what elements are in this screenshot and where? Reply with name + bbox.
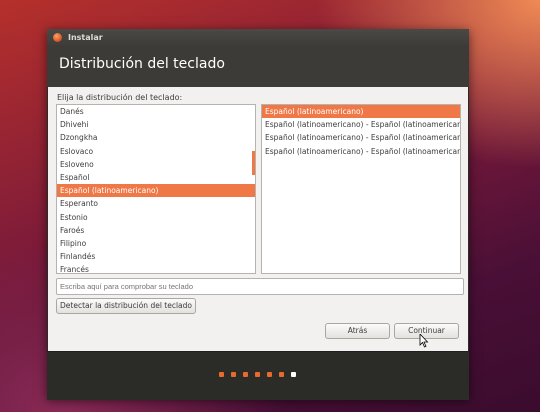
progress-step-dot	[255, 372, 260, 377]
progress-footer	[47, 351, 469, 400]
layout-list-item[interactable]: Esloveno	[57, 158, 255, 171]
variant-list-item[interactable]: Español (latinoamericano) - Español (lat…	[262, 118, 460, 131]
layout-list-item[interactable]: Dhivehi	[57, 118, 255, 131]
progress-step-dot	[243, 372, 248, 377]
layout-list-item[interactable]: Eslovaco	[57, 145, 255, 158]
layout-list-item[interactable]: Filipino	[57, 237, 255, 250]
layout-list-item[interactable]: Dzongkha	[57, 131, 255, 144]
progress-step-dot	[267, 372, 272, 377]
close-button[interactable]	[53, 33, 62, 42]
variant-list[interactable]: Español (latinoamericano) Español (latino…	[261, 104, 461, 274]
progress-step-dot	[291, 372, 296, 377]
back-button[interactable]: Atrás	[325, 323, 390, 339]
layout-list-item[interactable]: Español	[57, 171, 255, 184]
layout-list-scrollbar[interactable]	[252, 151, 255, 175]
variant-list-item[interactable]: Español (latinoamericano)	[262, 105, 460, 119]
variant-list-item[interactable]: Español (latinoamericano) - Español (lat…	[262, 131, 460, 144]
keyboard-test-input[interactable]	[56, 278, 464, 295]
page-title: Distribución del teclado	[59, 56, 225, 72]
installer-window: Instalar Distribución del teclado Elija …	[47, 29, 469, 400]
layout-list-item[interactable]: Estonio	[57, 211, 255, 224]
progress-step-dot	[279, 372, 284, 377]
layout-prompt-label: Elija la distribución del teclado:	[57, 93, 183, 102]
layout-list-item[interactable]: Faroés	[57, 224, 255, 237]
layout-list-item[interactable]: Esperanto	[57, 197, 255, 210]
variant-list-item[interactable]: Español (latinoamericano) - Español (lat…	[262, 145, 460, 158]
window-title: Instalar	[68, 33, 103, 42]
detect-layout-button[interactable]: Detectar la distribución del teclado	[56, 298, 196, 314]
layout-list[interactable]: Danés Dhivehi Dzongkha Eslovaco Esloveno Espa…	[56, 104, 256, 274]
content-area: Elija la distribución del teclado: Danés…	[48, 87, 468, 351]
page-header: Distribución del teclado	[47, 47, 469, 87]
progress-step-dot	[219, 372, 224, 377]
progress-step-dot	[231, 372, 236, 377]
layout-list-item[interactable]: Finlandés	[57, 250, 255, 263]
layout-list-item[interactable]: Danés	[57, 105, 255, 118]
title-bar: Instalar	[47, 29, 469, 47]
mouse-pointer-icon	[419, 334, 429, 348]
layout-list-item[interactable]: Español (latinoamericano)	[57, 184, 255, 198]
layout-list-item[interactable]: Francés	[57, 263, 255, 273]
